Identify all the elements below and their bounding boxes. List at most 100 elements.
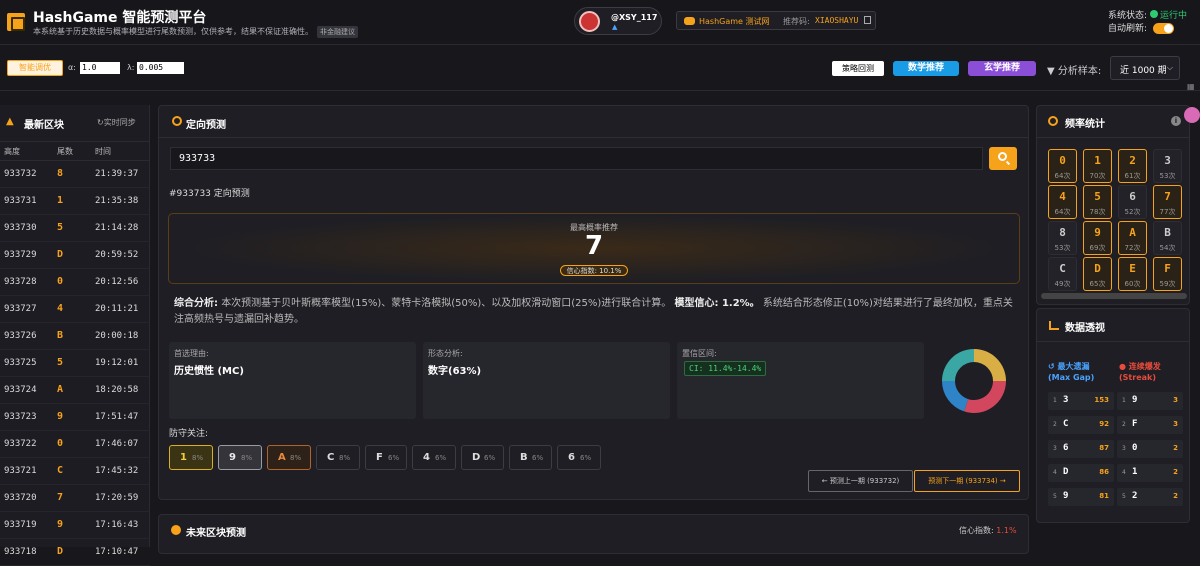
frequency-cell[interactable]: 6 52次 [1118,185,1147,219]
defense-chip[interactable]: A 8% [267,445,311,470]
block-height: 933729 [4,250,37,260]
defense-chip[interactable]: 1 8% [169,445,213,470]
gap-rank: 4 [1053,469,1057,476]
analysis-body: 本次预测基于贝叶斯概率模型(15%)、蒙特卡洛模拟(50%)、以及加权滑动窗口(… [221,298,672,309]
block-height: 933730 [4,223,37,233]
grid-icon[interactable]: ▦ [1187,82,1197,92]
table-row[interactable]: 933728 0 20:12:56 [0,269,150,296]
streak-value: 3 [1173,420,1178,428]
block-time: 20:11:21 [95,304,139,314]
frequency-cell[interactable]: A 72次 [1118,221,1147,255]
system-status-label: 系统状态: [1108,11,1148,21]
defense-chip[interactable]: 6 6% [557,445,601,470]
defense-chip[interactable]: B 6% [509,445,552,470]
sample-label-text: 分析样本: [1057,66,1102,77]
predict-next-button[interactable]: 预测下一期 (933734) → [914,470,1020,492]
frequency-key: F [1164,262,1171,275]
streak-row: 30 2 [1117,440,1183,458]
subtitle-text: 本系统基于历史数据与概率模型进行尾数预测，仅供参考，结果不保证准确性。 [33,27,313,36]
frequency-cell[interactable]: 8 53次 [1048,221,1077,255]
table-row[interactable]: 933719 9 17:16:43 [0,512,150,539]
frequency-cell[interactable]: C 49次 [1048,257,1077,291]
horizontal-scrollbar[interactable] [1041,293,1187,299]
lambda-input[interactable]: 0.005 [137,62,184,74]
block-height: 933728 [4,277,37,287]
frequency-key: A [1129,226,1136,239]
math-recommend-button[interactable]: 数学推荐 [893,61,959,76]
table-row[interactable]: 933720 7 17:20:59 [0,485,150,512]
block-height: 933727 [4,304,37,314]
latest-blocks-panel: ▲ 最新区块 ↻实时同步 高度 尾数 时间 933732 8 21:39:37 933… [0,105,150,566]
table-row[interactable]: 933725 5 19:12:01 [0,350,150,377]
smart-tune-button[interactable]: 智能调优 [7,60,63,76]
targeted-prediction-panel: 定向预测 933733 #933733 定向预测 最高概率推荐 7 信心指数: … [158,105,1029,500]
gap-rank: 2 [1053,421,1057,428]
sample-label: ▼ 分析样本: [1047,62,1101,77]
streak-rank: 5 [1122,493,1126,500]
frequency-cell[interactable]: 3 53次 [1153,149,1182,183]
frequency-cell[interactable]: E 60次 [1118,257,1147,291]
frequency-cell[interactable]: 7 77次 [1153,185,1182,219]
table-row[interactable]: 933724 A 18:20:58 [0,377,150,404]
block-time: 17:46:07 [95,439,139,449]
table-row[interactable]: 933729 D 20:59:52 [0,242,150,269]
block-time: 20:59:52 [95,250,139,260]
metaphysics-recommend-button[interactable]: 玄学推荐 [968,61,1036,76]
block-time: 21:39:37 [95,169,139,179]
user-profile-pill[interactable]: @XSY_117 ▲ [574,7,662,35]
copy-icon[interactable] [864,16,871,24]
table-row[interactable]: 933726 B 20:00:18 [0,323,150,350]
table-row[interactable]: 933732 8 21:39:37 [0,161,150,188]
site-info-pill[interactable]: HashGame 测试网 推荐码: XIAOSHAYU [676,11,876,30]
avatar-float-icon[interactable] [1184,107,1200,123]
block-tail: 4 [57,303,64,314]
search-button[interactable] [989,147,1017,170]
gap-row: 4 D 86 [1048,464,1114,482]
defense-pct: 8% [290,454,302,462]
defense-chip[interactable]: C 8% [316,445,360,470]
table-row[interactable]: 933730 5 21:14:28 [0,215,150,242]
frequency-key: 6 [1129,190,1136,203]
frequency-count: 49次 [1054,280,1071,288]
col-time: 时间 [95,147,111,156]
defense-chip[interactable]: 9 8% [218,445,262,470]
frequency-cell[interactable]: 9 69次 [1083,221,1112,255]
gap-key: C [1063,419,1069,429]
reason-label: 首选理由: [174,349,209,358]
fire-icon: ● [1119,362,1126,371]
frequency-cell[interactable]: 1 70次 [1083,149,1112,183]
defense-chip[interactable]: F 6% [365,445,407,470]
table-row[interactable]: 933722 0 17:46:07 [0,431,150,458]
auto-refresh-toggle[interactable] [1153,23,1174,34]
future-confidence-value: 1.1% [996,526,1017,535]
filter-icon: ▼ [1047,66,1055,77]
frequency-cell[interactable]: F 59次 [1153,257,1182,291]
future-confidence-label: 信心指数: [959,526,994,535]
table-row[interactable]: 933721 C 17:45:32 [0,458,150,485]
frequency-cell[interactable]: B 54次 [1153,221,1182,255]
reason-card: 首选理由: 历史惯性 (MC) [169,342,416,419]
frequency-cell[interactable]: 4 64次 [1048,185,1077,219]
frequency-cell[interactable]: 2 61次 [1118,149,1147,183]
sample-size-select[interactable]: 近 1000 期 ⌵ [1110,56,1180,80]
frequency-cell[interactable]: 5 78次 [1083,185,1112,219]
frequency-cell[interactable]: D 65次 [1083,257,1112,291]
realtime-sync-button[interactable]: ↻实时同步 [97,117,136,128]
defense-chip[interactable]: 4 6% [412,445,456,470]
predict-previous-button[interactable]: ← 预测上一期 (933732) [808,470,913,492]
block-height: 933723 [4,412,37,422]
table-row[interactable]: 933718 D 17:10:47 [0,539,150,566]
table-row[interactable]: 933731 1 21:35:38 [0,188,150,215]
strategy-backtest-button[interactable]: 策略回测 [832,61,884,76]
defense-chip[interactable]: D 6% [461,445,504,470]
alpha-input[interactable]: 1.0 [80,62,120,74]
table-row[interactable]: 933727 4 20:11:21 [0,296,150,323]
info-icon[interactable]: i [1171,116,1181,126]
site-name: HashGame 测试网 [699,17,770,26]
block-search-input[interactable]: 933733 [170,147,983,170]
frequency-count: 61次 [1124,172,1141,180]
frequency-count: 70次 [1089,172,1106,180]
table-row[interactable]: 933723 9 17:51:47 [0,404,150,431]
frequency-cell[interactable]: 0 64次 [1048,149,1077,183]
streak-rank: 2 [1122,421,1126,428]
